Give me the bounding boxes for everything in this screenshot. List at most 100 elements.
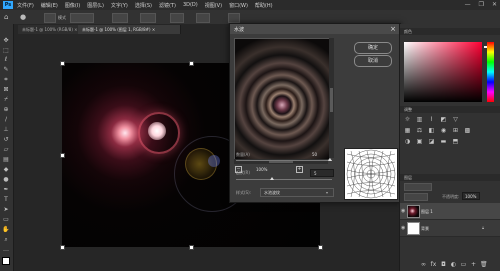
more-tools-icon[interactable]: … xyxy=(2,246,10,253)
color-picker-field[interactable] xyxy=(404,42,482,102)
crop-tool-icon[interactable]: ⌗ xyxy=(2,76,10,83)
zoom-tool-icon[interactable]: ⌕ xyxy=(2,236,10,243)
tab-document-2[interactable]: 未标题-1 @ 100% (图层 1, RGB/8#) × xyxy=(78,25,181,34)
clone-stamp-tool-icon[interactable]: ⊥ xyxy=(2,126,10,133)
transform-handle-top[interactable] xyxy=(189,61,194,66)
ridges-slider-knob[interactable] xyxy=(270,177,274,180)
blend-mode-dropdown[interactable] xyxy=(404,193,428,201)
threshold-icon[interactable]: ◪ xyxy=(428,139,435,145)
transform-handle-bottom-left[interactable] xyxy=(60,245,65,250)
levels-icon[interactable]: ▥ xyxy=(416,117,423,123)
marquee-tool-icon[interactable]: ⬚ xyxy=(2,47,10,54)
transform-handle-bottom-right[interactable] xyxy=(318,245,323,250)
transform-handle-top-left[interactable] xyxy=(60,61,65,66)
dodge-tool-icon[interactable]: ● xyxy=(2,176,10,183)
menu-3d[interactable]: 3D(D) xyxy=(183,2,198,8)
hand-tool-icon[interactable]: ✋ xyxy=(2,226,10,233)
layer-mask-icon[interactable]: ◘ xyxy=(440,262,447,268)
menu-help[interactable]: 帮助(H) xyxy=(255,2,273,9)
brush-preset-icon[interactable]: ● xyxy=(20,13,30,21)
mode-dropdown[interactable] xyxy=(70,13,94,23)
preview-vertical-scroll-thumb[interactable] xyxy=(330,88,333,112)
preview-vertical-scrollbar[interactable] xyxy=(329,38,334,158)
type-tool-icon[interactable]: T xyxy=(2,196,10,203)
amount-slider-knob[interactable] xyxy=(328,158,332,161)
opacity-field[interactable] xyxy=(112,13,128,23)
menu-image[interactable]: 图像(I) xyxy=(65,2,80,9)
move-tool-icon[interactable]: ✥ xyxy=(2,37,10,44)
flow-field[interactable] xyxy=(140,13,156,23)
layer-name[interactable]: 图层 1 xyxy=(421,209,433,215)
vibrance-icon[interactable]: ▽ xyxy=(452,117,459,123)
black-white-icon[interactable]: ◧ xyxy=(428,128,435,134)
close-window-button[interactable]: ✕ xyxy=(492,1,497,8)
quick-select-tool-icon[interactable]: ✎ xyxy=(2,66,10,73)
hue-slider-marker[interactable] xyxy=(484,46,487,48)
smoothing-field[interactable] xyxy=(196,13,210,23)
menu-file[interactable]: 文件(F) xyxy=(17,2,34,9)
healing-brush-tool-icon[interactable]: ⊕ xyxy=(2,106,10,113)
tool-preset-picker[interactable] xyxy=(44,13,56,23)
rectangle-tool-icon[interactable]: ▭ xyxy=(2,216,10,223)
eyedropper-tool-icon[interactable]: ⌿ xyxy=(2,96,10,103)
dialog-title-bar[interactable]: 水波 × xyxy=(230,24,400,34)
frame-tool-icon[interactable]: ⊠ xyxy=(2,86,10,93)
airbrush-toggle[interactable] xyxy=(170,13,184,23)
path-selection-tool-icon[interactable]: ➤ xyxy=(2,206,10,213)
menu-type[interactable]: 文字(Y) xyxy=(111,2,128,9)
menu-layer[interactable]: 图层(L) xyxy=(87,2,104,9)
layer-style-icon[interactable]: fx xyxy=(430,262,437,268)
ridges-field[interactable]: 5 xyxy=(310,169,334,177)
cancel-button[interactable]: 取消 xyxy=(354,55,392,67)
ok-button[interactable]: 确定 xyxy=(354,42,392,54)
brush-tool-icon[interactable]: ∕ xyxy=(2,116,10,123)
style-dropdown[interactable]: 水池波纹 ▾ xyxy=(260,188,334,197)
visibility-eye-icon[interactable]: ◉ xyxy=(401,225,405,231)
hue-saturation-icon[interactable]: ▦ xyxy=(404,128,411,134)
minimize-button[interactable]: — xyxy=(465,1,471,8)
gradient-map-icon[interactable]: ▬ xyxy=(440,139,447,145)
menu-window[interactable]: 窗口(W) xyxy=(229,2,248,9)
menu-select[interactable]: 选择(S) xyxy=(135,2,152,9)
photo-filter-icon[interactable]: ◉ xyxy=(440,128,447,134)
layer-name[interactable]: 背景 xyxy=(421,226,429,232)
new-layer-icon[interactable]: + xyxy=(470,262,477,268)
hue-slider[interactable] xyxy=(487,42,494,102)
brightness-contrast-icon[interactable]: ☼ xyxy=(404,117,411,123)
opacity-field[interactable]: 100% xyxy=(462,192,480,200)
color-lookup-icon[interactable]: ▩ xyxy=(464,128,471,134)
menu-view[interactable]: 视图(V) xyxy=(205,2,222,9)
layer-row-background[interactable]: ◉ 背景 🔒︎ xyxy=(400,220,500,237)
transform-handle-bottom[interactable] xyxy=(189,245,194,250)
amount-value[interactable]: 50 xyxy=(312,152,317,157)
layer-filter-dropdown[interactable] xyxy=(404,183,432,191)
exposure-icon[interactable]: ◩ xyxy=(440,117,447,123)
tab-document-1[interactable]: 未标题-1 @ 100% (RGB/8) × xyxy=(18,25,81,34)
invert-icon[interactable]: ◑ xyxy=(404,139,411,145)
layers-panel-header[interactable]: 图层 xyxy=(400,174,500,181)
delete-layer-icon[interactable]: 🗑︎ xyxy=(480,262,488,268)
blur-tool-icon[interactable]: ◆ xyxy=(2,166,10,173)
menu-filter[interactable]: 滤镜(T) xyxy=(159,2,176,9)
zoom-in-icon[interactable]: + xyxy=(296,166,303,173)
ridges-slider-track[interactable] xyxy=(236,179,332,180)
close-icon[interactable]: × xyxy=(390,25,396,33)
pressure-toggle[interactable] xyxy=(228,13,240,23)
amount-slider-track[interactable] xyxy=(236,160,332,161)
selective-color-icon[interactable]: ⬒ xyxy=(452,139,459,145)
pen-tool-icon[interactable]: ✒ xyxy=(2,186,10,193)
adjustments-panel-header[interactable]: 调整 xyxy=(400,106,500,113)
maximize-button[interactable]: ❐ xyxy=(479,1,484,8)
color-balance-icon[interactable]: ⚖ xyxy=(416,128,423,134)
visibility-eye-icon[interactable]: ◉ xyxy=(401,208,405,214)
gradient-tool-icon[interactable]: ▤ xyxy=(2,156,10,163)
layer-row-layer-1[interactable]: ◉ 图层 1 xyxy=(400,203,500,220)
filter-preview[interactable] xyxy=(234,38,330,160)
channel-mixer-icon[interactable]: ⊞ xyxy=(452,128,459,134)
eraser-tool-icon[interactable]: ▱ xyxy=(2,146,10,153)
curves-icon[interactable]: ⌇ xyxy=(428,117,435,123)
adjustment-layer-icon[interactable]: ◐ xyxy=(450,262,457,268)
home-icon[interactable]: ⌂ xyxy=(4,13,12,21)
menu-edit[interactable]: 编辑(E) xyxy=(41,2,58,9)
foreground-color-swatch[interactable] xyxy=(2,257,10,265)
